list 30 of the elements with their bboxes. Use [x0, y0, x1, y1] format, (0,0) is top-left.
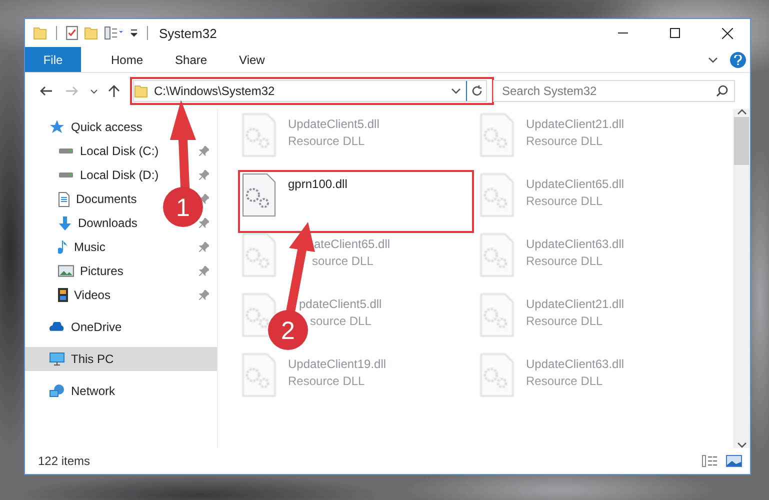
file-type: source DLL [310, 314, 372, 328]
file-type: Resource DLL [288, 374, 366, 388]
item-count: 122 items [38, 454, 90, 468]
search-field[interactable]: Search System32 [493, 80, 735, 102]
callout-badge: 2 [268, 310, 308, 350]
file-type: source DLL [312, 254, 374, 268]
file-type: Resource DLL [526, 314, 604, 328]
ribbon-tab[interactable]: Share [159, 47, 224, 72]
sidebar-item[interactable]: Videos [74, 288, 110, 302]
file-menu-button[interactable]: File [25, 47, 81, 72]
sidebar-item[interactable]: This PC [71, 352, 114, 366]
sidebar-item[interactable]: Downloads [78, 216, 138, 230]
sidebar-item[interactable]: Local Disk (D:) [80, 168, 159, 182]
file-name[interactable]: gprn100.dll [288, 177, 348, 191]
callout-badge: 1 [163, 187, 203, 227]
sidebar-item[interactable]: Pictures [80, 264, 124, 278]
ribbon-tab[interactable]: Home [95, 47, 160, 72]
sidebar-item[interactable]: Quick access [71, 120, 142, 134]
sidebar-item[interactable]: OneDrive [71, 320, 122, 334]
file-type: Resource DLL [526, 194, 604, 208]
window-title: System32 [159, 26, 217, 40]
sidebar-item[interactable]: Music [74, 240, 106, 254]
file-type: Resource DLL [526, 254, 604, 268]
file-type: Resource DLL [526, 134, 604, 148]
ribbon-tab[interactable]: View [223, 47, 281, 72]
sidebar-item[interactable]: Network [71, 384, 116, 398]
sidebar-item[interactable]: Documents [76, 192, 137, 206]
file-type: Resource DLL [526, 374, 604, 388]
file-type: Resource DLL [288, 134, 366, 148]
sidebar-item[interactable]: Local Disk (C:) [80, 144, 159, 158]
